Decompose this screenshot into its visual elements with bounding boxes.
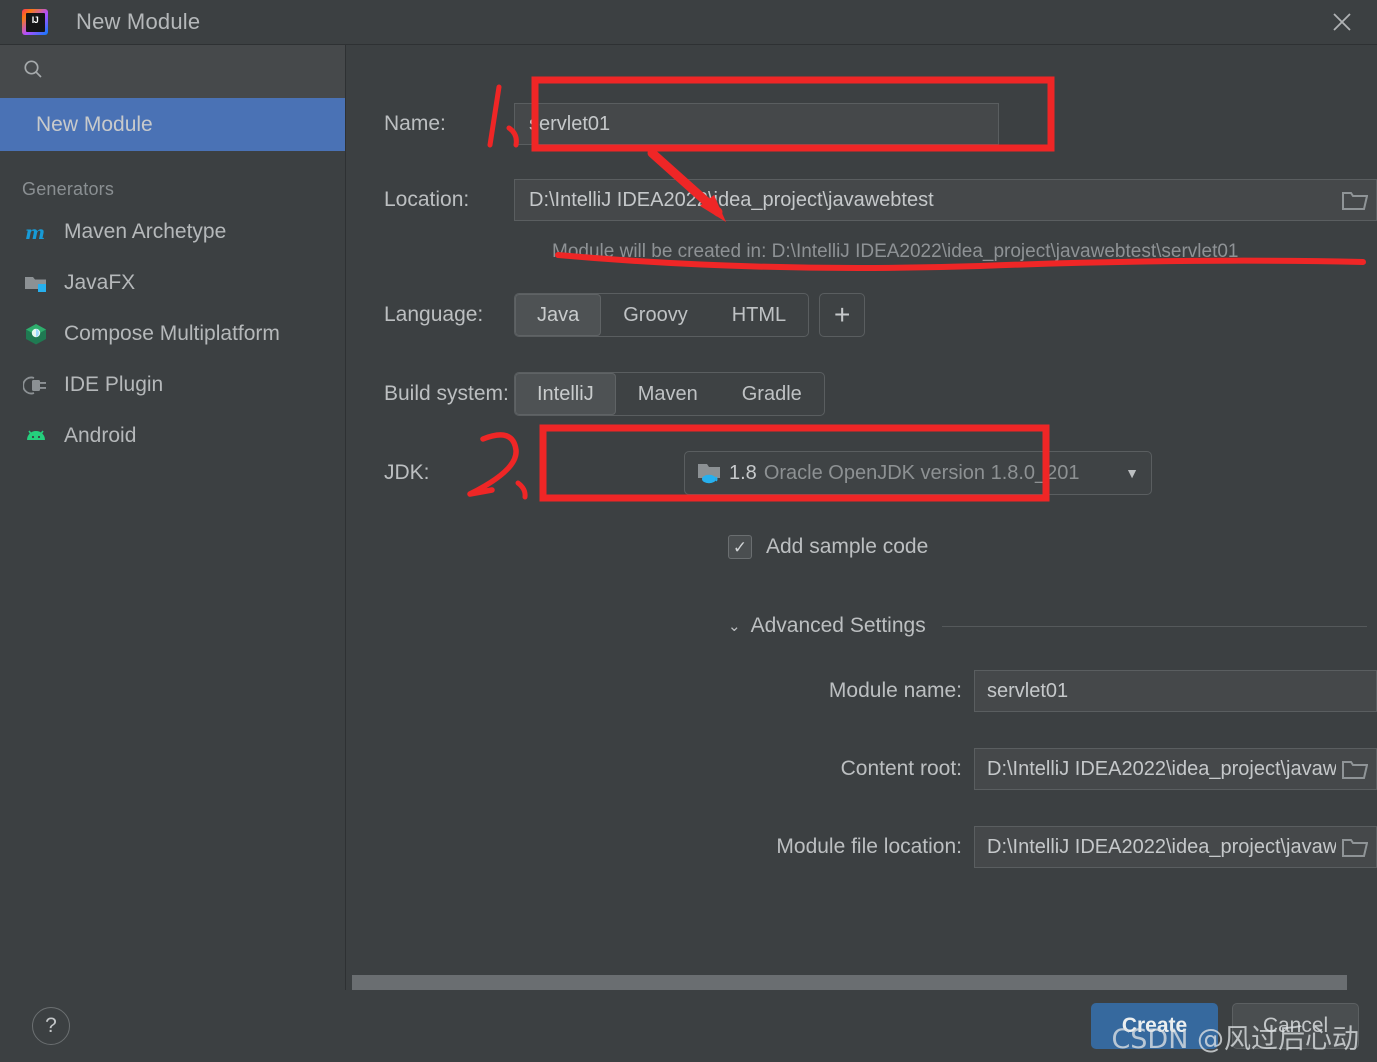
folder-icon[interactable] [1341, 757, 1369, 781]
module-form: Name: Location: [346, 45, 1377, 990]
module-file-location-input[interactable] [974, 826, 1377, 868]
add-sample-code-label: Add sample code [766, 535, 929, 558]
sidebar-item-label: New Module [36, 112, 153, 136]
sidebar-item-ide-plugin[interactable]: IDE Plugin [0, 359, 345, 410]
build-system-row: Build system: IntelliJ Maven Gradle [346, 372, 1377, 416]
generators-group-label: Generators [22, 179, 115, 199]
folder-icon[interactable] [1341, 188, 1369, 212]
build-system-option-gradle[interactable]: Gradle [720, 373, 824, 415]
language-option-groovy[interactable]: Groovy [601, 294, 709, 336]
search-input[interactable] [56, 61, 345, 82]
name-label: Name: [384, 112, 446, 135]
language-row: Language: Java Groovy HTML + [346, 293, 1377, 337]
advanced-settings-header[interactable]: ⌄ Advanced Settings [346, 614, 1377, 638]
plug-icon [22, 371, 50, 399]
language-segmented-control: Java Groovy HTML [514, 293, 810, 337]
sidebar-item-javafx[interactable]: JavaFX [0, 257, 345, 308]
compose-cube-icon [22, 320, 50, 348]
intellij-logo-text: IJ [25, 12, 45, 32]
search-icon [22, 58, 44, 85]
sidebar-item-label: Android [64, 423, 137, 447]
content-root-input[interactable] [974, 748, 1377, 790]
add-sample-code-checkbox[interactable]: ✓ [728, 535, 752, 559]
android-icon [22, 422, 50, 450]
module-created-hint: Module will be created in: D:\IntelliJ I… [552, 241, 1239, 262]
title-bar: IJ New Module [0, 0, 1377, 45]
sidebar-item-compose-multiplatform[interactable]: Compose Multiplatform [0, 308, 345, 359]
create-button[interactable]: Create [1091, 1003, 1218, 1049]
name-row: Name: [346, 103, 1377, 145]
sidebar: New Module Generators m Maven Archetype [0, 45, 346, 990]
chevron-down-icon[interactable]: ▼ [1125, 465, 1139, 481]
main-pane: Name: Location: [346, 45, 1377, 990]
name-input[interactable] [514, 103, 999, 145]
sidebar-item-label: JavaFX [64, 270, 136, 294]
add-language-button[interactable]: + [819, 293, 866, 337]
checkmark-icon: ✓ [732, 537, 748, 557]
advanced-module-name-row: Module name: [346, 670, 1377, 712]
cancel-button[interactable]: Cancel [1232, 1003, 1359, 1049]
build-system-label: Build system: [384, 382, 509, 405]
horizontal-scrollbar[interactable] [352, 975, 1347, 990]
sidebar-item-label: Compose Multiplatform [64, 321, 280, 345]
jdk-folder-coffee-icon [697, 461, 725, 485]
module-name-label: Module name: [828, 679, 962, 702]
help-button[interactable]: ? [32, 1007, 70, 1045]
close-icon[interactable] [1325, 5, 1359, 39]
build-system-option-intellij[interactable]: IntelliJ [515, 373, 616, 415]
language-option-java[interactable]: Java [515, 294, 602, 336]
jdk-version: 1.8 [729, 461, 757, 484]
sidebar-item-label: Maven Archetype [64, 219, 227, 243]
location-row: Location: [346, 179, 1377, 221]
svg-text:m: m [25, 222, 45, 244]
window-title: New Module [76, 9, 201, 34]
sidebar-item-android[interactable]: Android [0, 410, 345, 461]
sidebar-item-label: IDE Plugin [64, 372, 164, 396]
dialog-footer: ? Create Cancel [0, 990, 1377, 1062]
dialog-body: New Module Generators m Maven Archetype [0, 45, 1377, 990]
language-label: Language: [384, 303, 484, 326]
jdk-description: Oracle OpenJDK version 1.8.0_201 [763, 461, 1080, 484]
location-label: Location: [384, 188, 470, 211]
jdk-row: JDK: 1.8 Oracle OpenJDK version 1.8.0_20… [346, 451, 1377, 495]
folder-icon[interactable] [1341, 835, 1369, 859]
new-module-dialog: IJ New Module New Module Generators m Ma… [0, 0, 1377, 1062]
sidebar-item-maven-archetype[interactable]: m Maven Archetype [0, 206, 345, 257]
search-row[interactable] [0, 45, 345, 98]
jdk-select[interactable]: 1.8 Oracle OpenJDK version 1.8.0_201 ▼ [684, 451, 1152, 495]
location-input[interactable] [514, 179, 1377, 221]
chevron-down-icon[interactable]: ⌄ [728, 617, 741, 635]
javafx-folder-icon [22, 269, 50, 297]
add-sample-code-row[interactable]: ✓ Add sample code [346, 535, 1377, 559]
module-file-location-label: Module file location: [776, 835, 962, 858]
advanced-module-file-location-row: Module file location: [346, 826, 1377, 868]
sidebar-item-new-module[interactable]: New Module [0, 98, 345, 151]
maven-icon: m [22, 218, 50, 246]
advanced-settings-title: Advanced Settings [750, 614, 926, 637]
content-root-label: Content root: [840, 757, 962, 780]
build-system-segmented-control: IntelliJ Maven Gradle [514, 372, 825, 416]
jdk-label: JDK: [384, 461, 430, 484]
advanced-content-root-row: Content root: [346, 748, 1377, 790]
module-name-input[interactable] [974, 670, 1377, 712]
section-divider [941, 625, 1367, 627]
intellij-logo-icon: IJ [22, 9, 48, 35]
footer-buttons: Create Cancel [1091, 1003, 1377, 1049]
language-option-html[interactable]: HTML [710, 294, 808, 336]
build-system-option-maven[interactable]: Maven [616, 373, 720, 415]
